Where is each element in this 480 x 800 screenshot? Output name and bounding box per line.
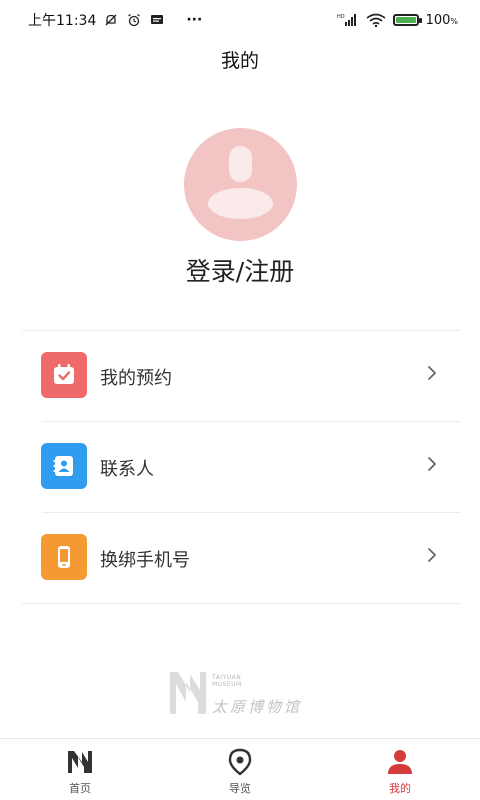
contact-card-icon bbox=[41, 443, 87, 489]
avatar-body-shape bbox=[208, 188, 273, 219]
menu-item-label: 联系人 bbox=[100, 459, 154, 480]
logo-chinese-text: 太原博物馆 bbox=[212, 698, 303, 716]
phone-icon bbox=[41, 534, 87, 580]
status-time: 上午11:34 bbox=[28, 13, 97, 29]
chevron-right-icon bbox=[424, 361, 440, 385]
page-title: 我的 bbox=[220, 50, 259, 72]
chevron-right-icon bbox=[424, 543, 440, 567]
bottom-tab-bar: 首页 导览 我的 bbox=[0, 738, 480, 800]
svg-text:HD: HD bbox=[337, 14, 345, 20]
menu-item-change-phone[interactable]: 换绑手机号 bbox=[0, 513, 480, 604]
tab-home[interactable]: 首页 bbox=[0, 739, 160, 800]
museum-logo-icon bbox=[65, 747, 95, 777]
menu-item-contacts[interactable]: 联系人 bbox=[0, 422, 480, 513]
tab-label: 首页 bbox=[69, 782, 91, 795]
tab-mine[interactable]: 我的 bbox=[320, 739, 480, 800]
battery-level: 100% bbox=[425, 12, 458, 28]
cell-signal-icon: HD bbox=[337, 12, 359, 28]
location-pin-icon bbox=[225, 747, 255, 777]
divider bbox=[22, 603, 460, 604]
battery-icon bbox=[392, 14, 422, 26]
more-notifications: ··· bbox=[186, 12, 203, 28]
chevron-right-icon bbox=[424, 452, 440, 476]
alarm-clock-icon bbox=[126, 12, 142, 28]
menu-item-label: 我的预约 bbox=[100, 368, 172, 389]
tab-label: 导览 bbox=[229, 782, 251, 795]
museum-logo: TAIYUAN MUSEUM 太原博物馆 bbox=[168, 668, 318, 718]
tab-label: 我的 bbox=[389, 782, 411, 795]
tab-guide[interactable]: 导览 bbox=[160, 739, 320, 800]
menu-item-label: 换绑手机号 bbox=[100, 550, 190, 571]
avatar[interactable] bbox=[184, 128, 297, 241]
logo-english-text: TAIYUAN MUSEUM bbox=[212, 674, 242, 688]
user-icon bbox=[385, 747, 415, 777]
login-register-link[interactable]: 登录/注册 bbox=[0, 252, 480, 288]
status-bar: 上午11:34 ··· HD 100% bbox=[0, 0, 480, 40]
avatar-head-shape bbox=[229, 146, 252, 182]
wifi-icon bbox=[366, 12, 386, 28]
message-icon bbox=[149, 12, 165, 28]
calendar-check-icon bbox=[41, 352, 87, 398]
menu-list: 我的预约 联系人 换绑手机号 bbox=[0, 331, 480, 604]
menu-item-my-appointments[interactable]: 我的预约 bbox=[0, 331, 480, 422]
museum-logo-mark-icon bbox=[170, 672, 206, 714]
mute-bell-icon bbox=[103, 12, 119, 28]
